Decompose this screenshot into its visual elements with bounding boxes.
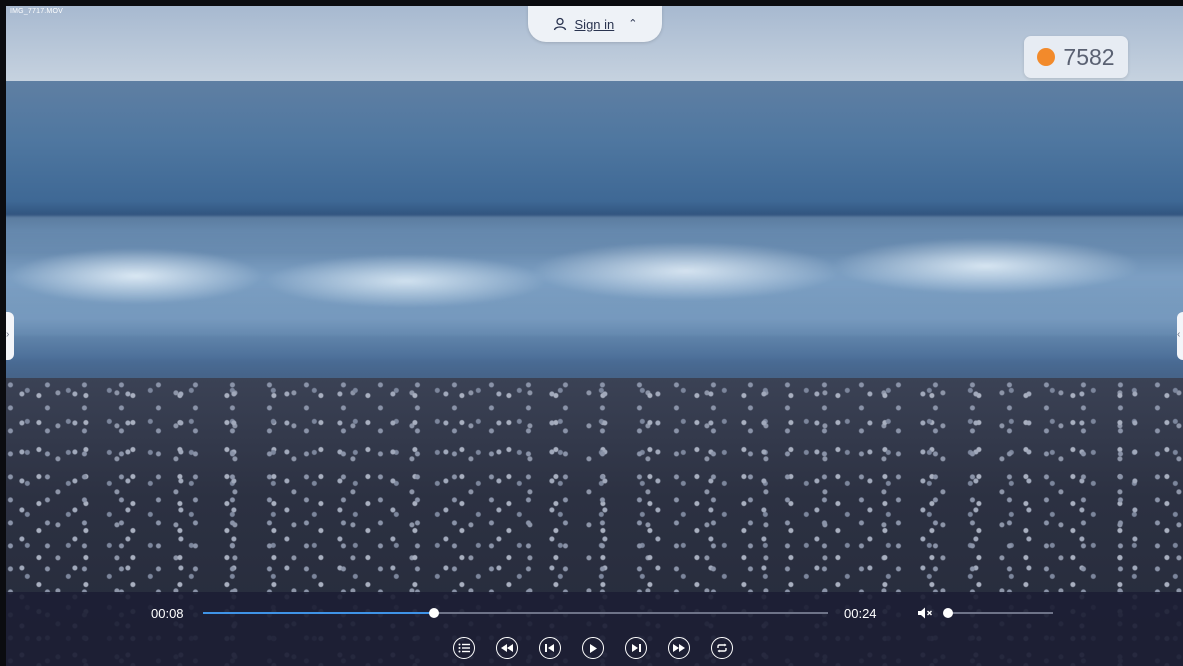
volume-slider-thumb[interactable] — [943, 608, 953, 618]
repeat-button[interactable] — [711, 637, 733, 659]
right-panel-handle[interactable]: ‹ — [1177, 312, 1183, 360]
video-frame[interactable] — [6, 6, 1183, 666]
skip-next-icon — [632, 644, 641, 652]
seek-bar-progress — [203, 612, 435, 614]
skip-previous-icon — [545, 644, 554, 652]
current-time: 00:08 — [151, 606, 184, 621]
next-button[interactable] — [625, 637, 647, 659]
sign-in-label[interactable]: Sign in — [575, 17, 615, 32]
volume-slider[interactable] — [943, 608, 1053, 618]
playlist-button[interactable] — [453, 637, 475, 659]
repeat-icon — [717, 643, 727, 653]
rewind-button[interactable] — [496, 637, 518, 659]
chevron-right-icon: › — [6, 329, 10, 340]
seek-bar[interactable] — [203, 608, 828, 618]
play-icon — [590, 643, 597, 653]
file-name: IMG_7717.MOV — [10, 8, 63, 15]
list-icon — [458, 643, 470, 653]
rewind-icon — [501, 644, 513, 652]
video-wave-foam — [6, 216, 1183, 336]
chevron-up-icon[interactable]: ⌃ — [628, 18, 637, 30]
chevron-left-icon: ‹ — [1177, 329, 1181, 340]
left-panel-handle[interactable]: › — [6, 312, 14, 360]
fast-forward-button[interactable] — [668, 637, 690, 659]
playback-buttons — [453, 637, 733, 659]
previous-button[interactable] — [539, 637, 561, 659]
user-icon — [553, 17, 566, 31]
play-button[interactable] — [582, 637, 604, 659]
status-dot-icon — [1037, 48, 1056, 66]
score-badge: 7582 — [1024, 36, 1128, 78]
fast-forward-icon — [673, 644, 685, 652]
score-value: 7582 — [1063, 43, 1115, 70]
volume-muted-icon[interactable] — [917, 606, 933, 620]
total-time: 00:24 — [844, 606, 877, 621]
sign-in-button[interactable]: Sign in ⌃ — [528, 6, 662, 42]
